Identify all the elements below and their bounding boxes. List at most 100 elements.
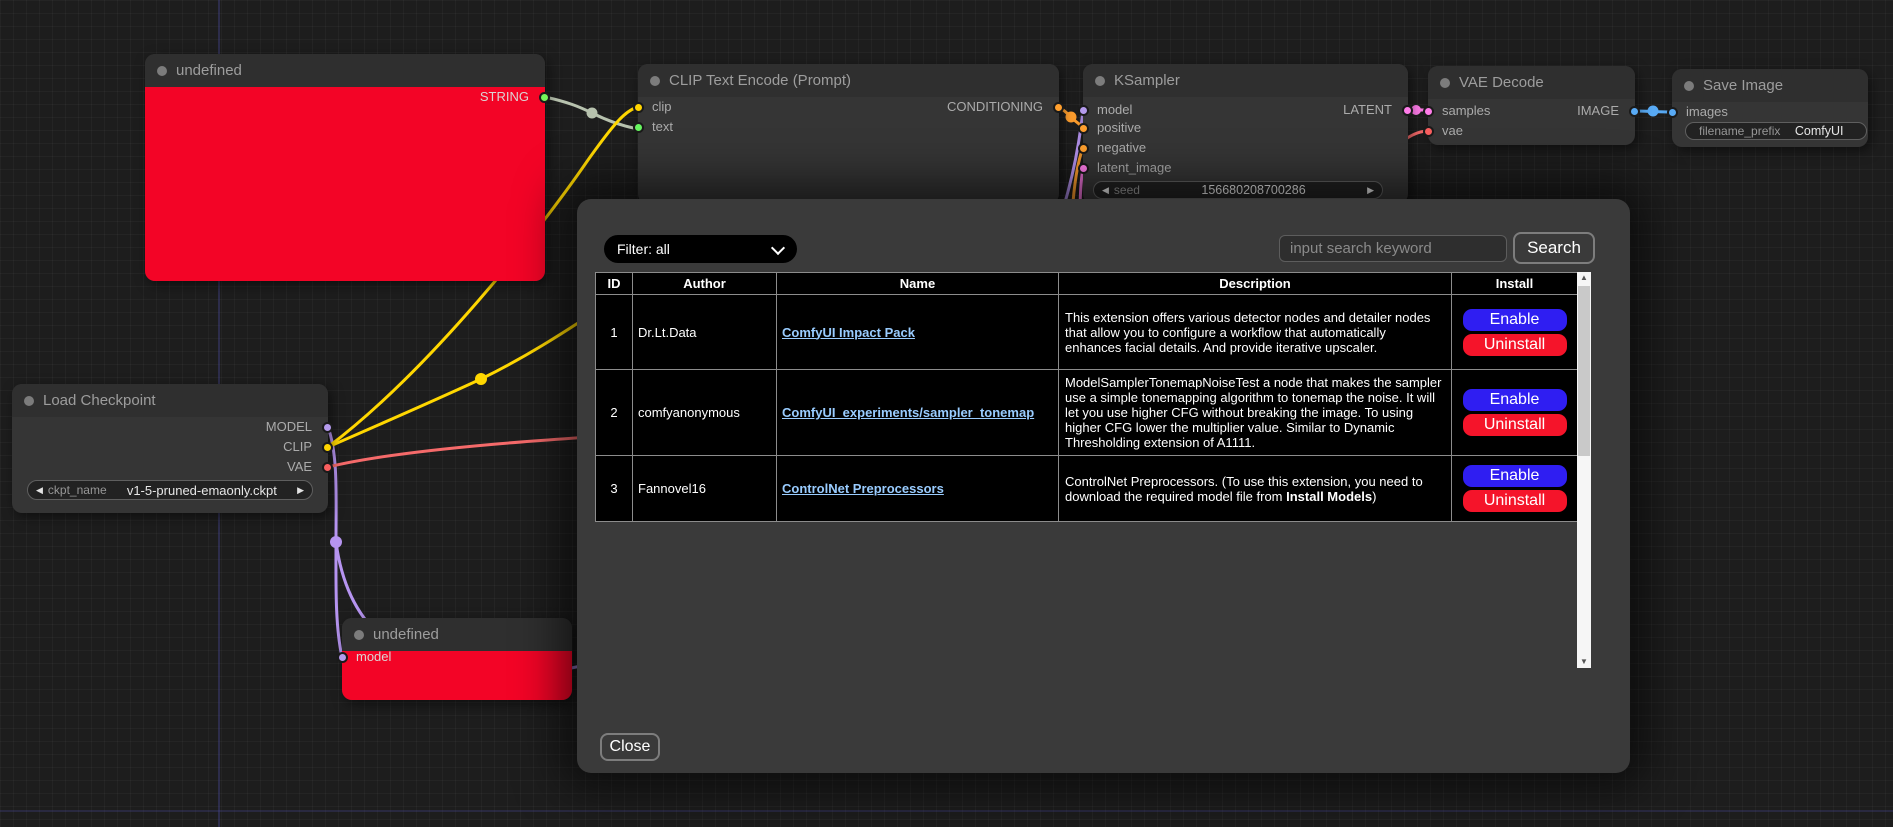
reroute-dot-model[interactable]	[330, 536, 342, 548]
table-row: 3 Fannovel16 ControlNet Preprocessors Co…	[596, 456, 1578, 522]
cell-description: ModelSamplerTonemapNoiseTest a node that…	[1059, 370, 1452, 456]
extension-link[interactable]: ComfyUI_experiments/sampler_tonemap	[782, 405, 1034, 420]
output-label-model: MODEL	[266, 419, 312, 435]
node-load-checkpoint[interactable]: Load Checkpoint MODEL CLIP VAE ◀ ckpt_na…	[12, 384, 328, 513]
scrollbar-thumb[interactable]	[1578, 286, 1590, 456]
cell-description: ControlNet Preprocessors. (To use this e…	[1059, 456, 1452, 522]
input-port-negative[interactable]	[1078, 143, 1089, 154]
reroute-dot-clip[interactable]	[475, 373, 487, 385]
reroute-dot-string[interactable]	[587, 108, 598, 119]
ckpt-prev-arrow[interactable]: ◀	[36, 485, 43, 496]
node-title: KSampler	[1114, 72, 1180, 89]
cell-description: This extension offers various detector n…	[1059, 295, 1452, 370]
output-port-vae[interactable]	[322, 462, 333, 473]
input-label-model: model	[1097, 102, 1132, 118]
uninstall-button[interactable]: Uninstall	[1463, 490, 1567, 512]
cell-id: 2	[596, 370, 633, 456]
extension-link[interactable]: ControlNet Preprocessors	[782, 481, 944, 496]
node-ksampler[interactable]: KSampler model positive negative latent_…	[1083, 64, 1408, 204]
ckpt-widget-value: v1-5-pruned-emaonly.ckpt	[107, 483, 297, 498]
input-port-samples[interactable]	[1423, 106, 1434, 117]
cell-author: Fannovel16	[633, 456, 777, 522]
cell-id: 3	[596, 456, 633, 522]
reroute-dot-image[interactable]	[1648, 106, 1659, 117]
input-port-model[interactable]	[337, 652, 348, 663]
filter-dropdown[interactable]: Filter: all	[604, 235, 797, 263]
seed-increment-arrow[interactable]: ▶	[1367, 185, 1374, 196]
enable-button[interactable]: Enable	[1463, 389, 1567, 411]
cell-author: comfyanonymous	[633, 370, 777, 456]
input-label-latent-image: latent_image	[1097, 160, 1171, 176]
node-title-dot	[1440, 78, 1450, 88]
output-port-conditioning[interactable]	[1053, 102, 1064, 113]
wire-model-to-undefined	[328, 427, 342, 657]
header-install: Install	[1452, 273, 1578, 295]
seed-decrement-arrow[interactable]: ◀	[1102, 185, 1109, 196]
header-name: Name	[777, 273, 1059, 295]
input-label-positive: positive	[1097, 120, 1141, 136]
output-port-image[interactable]	[1629, 106, 1640, 117]
node-title-dot	[354, 630, 364, 640]
node-undefined-string[interactable]: undefined STRING	[145, 54, 545, 281]
node-title-dot	[1684, 81, 1694, 91]
node-clip-text-encode[interactable]: CLIP Text Encode (Prompt) clip text COND…	[638, 64, 1059, 204]
enable-button[interactable]: Enable	[1463, 465, 1567, 487]
node-title: undefined	[176, 62, 242, 79]
input-label-vae: vae	[1442, 123, 1463, 139]
table-row: 2 comfyanonymous ComfyUI_experiments/sam…	[596, 370, 1578, 456]
search-button[interactable]: Search	[1513, 232, 1595, 264]
output-port-string[interactable]	[539, 92, 550, 103]
header-id: ID	[596, 273, 633, 295]
input-port-vae[interactable]	[1423, 126, 1434, 137]
input-port-clip[interactable]	[633, 102, 644, 113]
input-port-images[interactable]	[1667, 107, 1678, 118]
node-save-image[interactable]: Save Image images filename_prefix ComfyU…	[1672, 69, 1868, 147]
header-author: Author	[633, 273, 777, 295]
ckpt-widget-name: ckpt_name	[48, 483, 107, 497]
input-label-model: model	[356, 649, 391, 665]
extensions-table-wrap: ID Author Name Description Install 1 Dr.…	[595, 272, 1591, 668]
input-label-samples: samples	[1442, 103, 1490, 119]
filename-widget-name: filename_prefix	[1699, 124, 1780, 138]
node-title: CLIP Text Encode (Prompt)	[669, 72, 851, 89]
node-title: VAE Decode	[1459, 74, 1544, 91]
output-port-model[interactable]	[322, 422, 333, 433]
input-port-latent-image[interactable]	[1078, 163, 1089, 174]
output-port-latent[interactable]	[1402, 105, 1413, 116]
output-label-conditioning: CONDITIONING	[947, 99, 1043, 115]
node-error-body	[145, 87, 545, 281]
input-port-positive[interactable]	[1078, 123, 1089, 134]
reroute-dot-conditioning[interactable]	[1066, 112, 1077, 123]
close-button[interactable]: Close	[600, 733, 660, 761]
seed-widget-value: 156680208700286	[1140, 183, 1367, 197]
input-port-model[interactable]	[1078, 105, 1089, 116]
search-input[interactable]	[1279, 235, 1507, 262]
node-undefined-model[interactable]: undefined model	[342, 618, 572, 700]
wire-string-to-text	[545, 97, 638, 129]
node-title: Save Image	[1703, 77, 1783, 94]
uninstall-button[interactable]: Uninstall	[1463, 334, 1567, 356]
canvas-axis-horizontal	[0, 810, 1893, 812]
extensions-table: ID Author Name Description Install 1 Dr.…	[595, 272, 1578, 522]
ckpt-name-widget[interactable]: ◀ ckpt_name v1-5-pruned-emaonly.ckpt ▶	[27, 480, 313, 500]
ckpt-next-arrow[interactable]: ▶	[297, 485, 304, 496]
extension-link[interactable]: ComfyUI Impact Pack	[782, 325, 915, 340]
input-label-clip: clip	[652, 99, 672, 115]
cell-author: Dr.Lt.Data	[633, 295, 777, 370]
table-header-row: ID Author Name Description Install	[596, 273, 1578, 295]
uninstall-button[interactable]: Uninstall	[1463, 414, 1567, 436]
seed-widget-name: seed	[1114, 183, 1140, 197]
scrollbar-down-arrow[interactable]: ▼	[1577, 656, 1591, 668]
node-title-dot	[1095, 76, 1105, 86]
input-port-text[interactable]	[633, 122, 644, 133]
node-vae-decode[interactable]: VAE Decode samples vae IMAGE	[1428, 66, 1635, 145]
table-scrollbar[interactable]: ▲ ▼	[1577, 272, 1591, 668]
node-title: Load Checkpoint	[43, 392, 156, 409]
enable-button[interactable]: Enable	[1463, 309, 1567, 331]
input-label-text: text	[652, 119, 673, 135]
filename-prefix-widget[interactable]: filename_prefix ComfyUI	[1685, 122, 1867, 140]
seed-widget[interactable]: ◀ seed 156680208700286 ▶	[1093, 181, 1383, 199]
scrollbar-up-arrow[interactable]: ▲	[1577, 272, 1591, 284]
output-port-clip[interactable]	[322, 442, 333, 453]
node-title-dot	[650, 76, 660, 86]
